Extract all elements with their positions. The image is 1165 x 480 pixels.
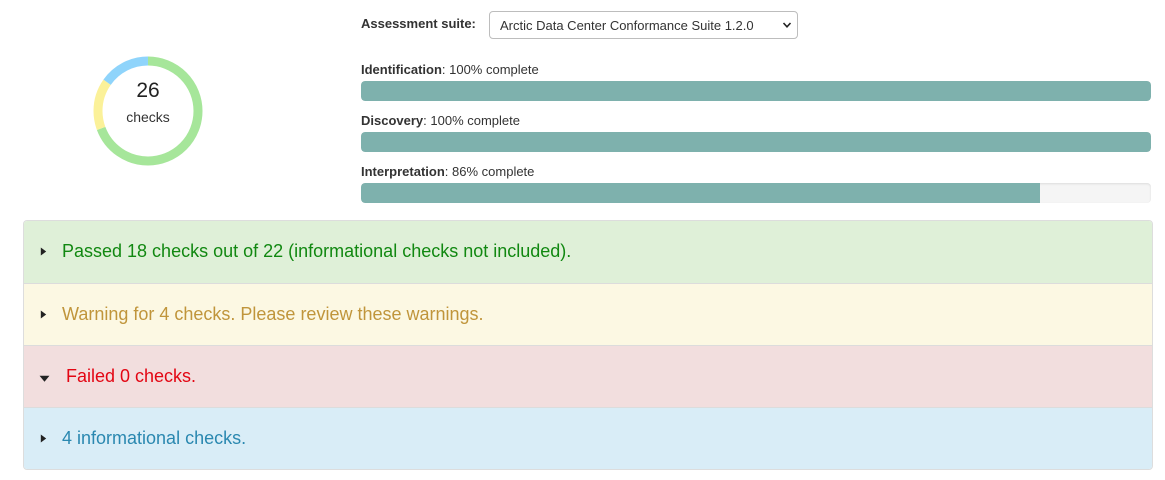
progress-interpretation: Interpretation: 86% complete [361,164,1151,203]
progress-discovery-status: : 100% complete [423,113,520,128]
progress-interpretation-track [361,183,1151,203]
caret-right-icon [40,247,47,256]
results-accordion: Passed 18 checks out of 22 (informationa… [23,220,1153,470]
total-checks-count: 26 [136,79,160,102]
progress-interpretation-bar [361,183,1041,203]
failed-checks-text: Failed 0 checks. [66,366,197,386]
checks-donut-chart: 26 checks [90,53,206,169]
progress-identification-name: Identification [361,62,442,77]
progress-identification-status: : 100% complete [441,62,539,77]
passed-checks-panel[interactable]: Passed 18 checks out of 22 (informationa… [24,221,1152,283]
progress-identification: Identification: 100% complete [361,62,1151,101]
progress-identification-track [361,81,1151,101]
progress-discovery: Discovery: 100% complete [361,113,1151,152]
assessment-suite-select[interactable]: Arctic Data Center Conformance Suite 1.2… [489,11,798,39]
caret-right-icon [40,310,47,319]
warning-checks-text: Warning for 4 checks. Please review thes… [62,304,484,324]
assessment-suite-label: Assessment suite: [361,16,476,31]
passed-checks-text: Passed 18 checks out of 22 (informationa… [62,241,572,261]
warning-checks-panel[interactable]: Warning for 4 checks. Please review thes… [24,283,1152,345]
informational-checks-panel[interactable]: 4 informational checks. [24,407,1152,469]
progress-interpretation-status: : 86% complete [444,164,535,179]
caret-right-icon [40,434,47,443]
progress-discovery-bar [361,132,1151,152]
progress-discovery-track [361,132,1151,152]
informational-checks-text: 4 informational checks. [62,428,247,448]
caret-down-icon [39,375,50,382]
progress-discovery-name: Discovery [361,113,424,128]
donut-center: 26 checks [90,53,206,169]
chevron-down-icon [782,22,792,28]
total-checks-label: checks [126,109,170,125]
failed-checks-panel[interactable]: Failed 0 checks. [24,345,1152,407]
progress-identification-bar [361,81,1151,101]
progress-interpretation-name: Interpretation [361,164,445,179]
assessment-suite-value: Arctic Data Center Conformance Suite 1.2… [500,18,754,33]
